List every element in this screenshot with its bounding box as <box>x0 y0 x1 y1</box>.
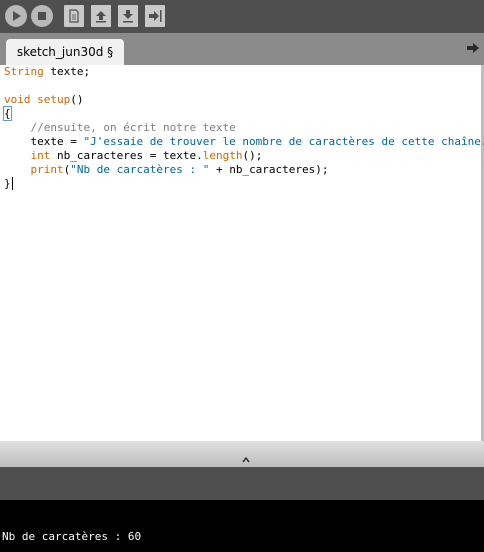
stop-button[interactable] <box>31 5 53 27</box>
code-token: void <box>4 93 31 106</box>
toolbar <box>0 0 484 33</box>
code-token: + nb_caracteres); <box>209 163 329 176</box>
open-arrow-up-icon <box>96 11 106 23</box>
chevron-up-icon <box>242 457 250 463</box>
code-line: } <box>4 177 484 191</box>
console-output: Nb de carcatères : 60 <box>2 530 142 543</box>
code-token: print <box>30 163 64 176</box>
code-token: texte = <box>4 135 84 148</box>
code-token: //ensuite, on écrit notre texte <box>30 121 236 134</box>
code-token: (); <box>242 149 263 162</box>
code-line: String texte; <box>4 65 484 79</box>
play-icon <box>13 11 21 21</box>
stop-icon <box>38 12 46 20</box>
tab-bar: sketch_jun30d § <box>0 33 484 65</box>
splitter-handle[interactable] <box>242 456 250 464</box>
code-line: int nb_caracteres = texte.length(); <box>4 149 484 163</box>
export-button[interactable] <box>145 5 165 27</box>
code-line: print("Nb de carcatères : " + nb_caracte… <box>4 163 484 177</box>
code-token: "Nb de carcatères : " <box>70 163 210 176</box>
open-button[interactable] <box>91 5 111 27</box>
tab-menu-arrow-icon <box>467 43 479 53</box>
save-arrow-down-icon <box>123 10 133 23</box>
splitter-bar[interactable] <box>0 441 484 467</box>
tab-sketch[interactable]: sketch_jun30d § <box>6 39 124 65</box>
code-token: { <box>3 106 12 121</box>
text-caret <box>11 177 13 190</box>
code-token: setup <box>37 93 71 106</box>
code-token: String <box>4 65 44 78</box>
tab-menu-button[interactable] <box>466 41 480 55</box>
status-bar <box>0 467 484 500</box>
code-line: { <box>3 106 484 121</box>
code-line: //ensuite, on écrit notre texte <box>4 121 484 135</box>
save-button[interactable] <box>118 5 138 27</box>
tab-label: sketch_jun30d § <box>16 45 114 59</box>
code-token: } <box>4 177 11 190</box>
code-token: texte; <box>43 65 91 78</box>
code-token: () <box>70 93 84 106</box>
code-line: void setup() <box>4 93 484 107</box>
new-file-icon <box>69 9 79 23</box>
code-editor[interactable]: String texte; void setup(){ //ensuite, on… <box>0 65 484 441</box>
new-button[interactable] <box>64 5 84 27</box>
code-token: int <box>30 149 51 162</box>
code-line: texte = "J'essaie de trouver le nombre d… <box>4 135 484 149</box>
console: Nb de carcatères : 60 <box>0 500 484 552</box>
code-token: nb_caracteres = texte. <box>50 149 203 162</box>
run-button[interactable] <box>5 5 27 27</box>
export-arrow-right-icon <box>149 10 162 22</box>
code-text[interactable]: String texte; void setup(){ //ensuite, on… <box>3 65 484 191</box>
code-token: "J'essaie de trouver le nombre de caract… <box>83 135 484 148</box>
code-token: length <box>202 149 243 162</box>
